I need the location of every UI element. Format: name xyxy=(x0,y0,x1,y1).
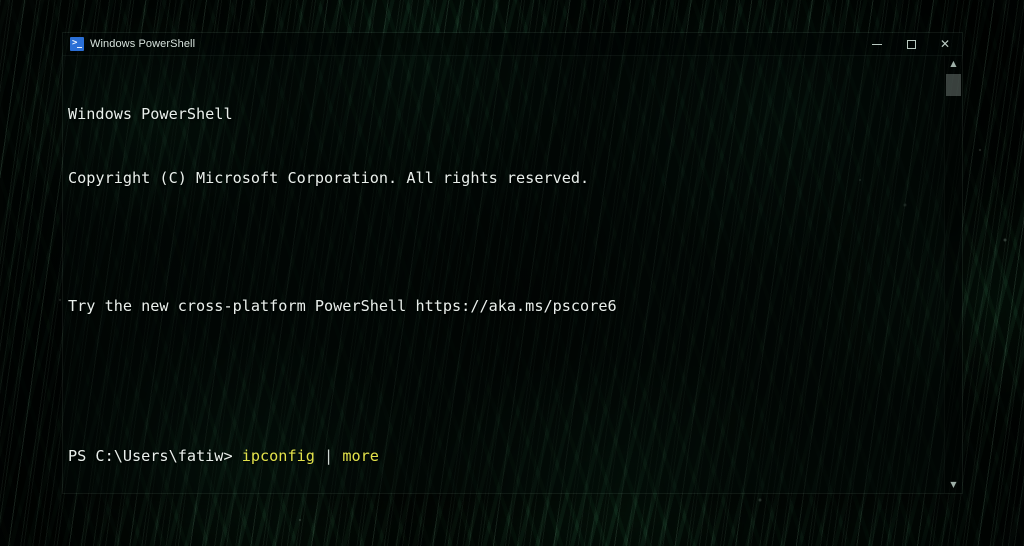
command-ipconfig: ipconfig xyxy=(241,447,315,466)
pscore6-notice: Try the new cross-platform PowerShell ht… xyxy=(68,297,617,316)
prompt-line: PS C:\Users\fatiw> ipconfig | more xyxy=(68,446,944,467)
minimize-button[interactable] xyxy=(860,33,894,55)
console-output[interactable]: Windows PowerShell Copyright (C) Microso… xyxy=(63,56,944,493)
powershell-icon xyxy=(70,37,84,51)
scroll-down-arrow-icon[interactable]: ▼ xyxy=(945,477,962,493)
scroll-up-arrow-icon[interactable]: ▲ xyxy=(945,56,962,72)
powershell-window[interactable]: Windows PowerShell ✕ Windows PowerShell … xyxy=(63,33,962,493)
titlebar-left-group: Windows PowerShell xyxy=(63,37,860,51)
scrollbar-track[interactable] xyxy=(945,72,962,477)
close-icon: ✕ xyxy=(939,37,951,51)
console-scrollbar[interactable]: ▲ ▼ xyxy=(944,56,962,493)
command-more: more xyxy=(342,447,379,466)
window-title: Windows PowerShell xyxy=(90,38,196,50)
maximize-icon xyxy=(906,39,916,49)
pipe-operator: | xyxy=(314,447,343,466)
console-area[interactable]: Windows PowerShell Copyright (C) Microso… xyxy=(63,56,962,493)
banner-line-2: Copyright (C) Microsoft Corporation. All… xyxy=(68,169,590,188)
window-titlebar[interactable]: Windows PowerShell ✕ xyxy=(63,33,962,56)
maximize-button[interactable] xyxy=(894,33,928,55)
prompt-path: PS C:\Users\fatiw> xyxy=(68,447,242,466)
scrollbar-thumb[interactable] xyxy=(946,74,961,96)
banner-line-1: Windows PowerShell xyxy=(68,104,233,123)
window-controls: ✕ xyxy=(860,33,962,55)
minimize-icon xyxy=(872,43,882,45)
close-button[interactable]: ✕ xyxy=(928,33,962,55)
desktop: Windows PowerShell ✕ Windows PowerShell … xyxy=(0,0,1024,546)
